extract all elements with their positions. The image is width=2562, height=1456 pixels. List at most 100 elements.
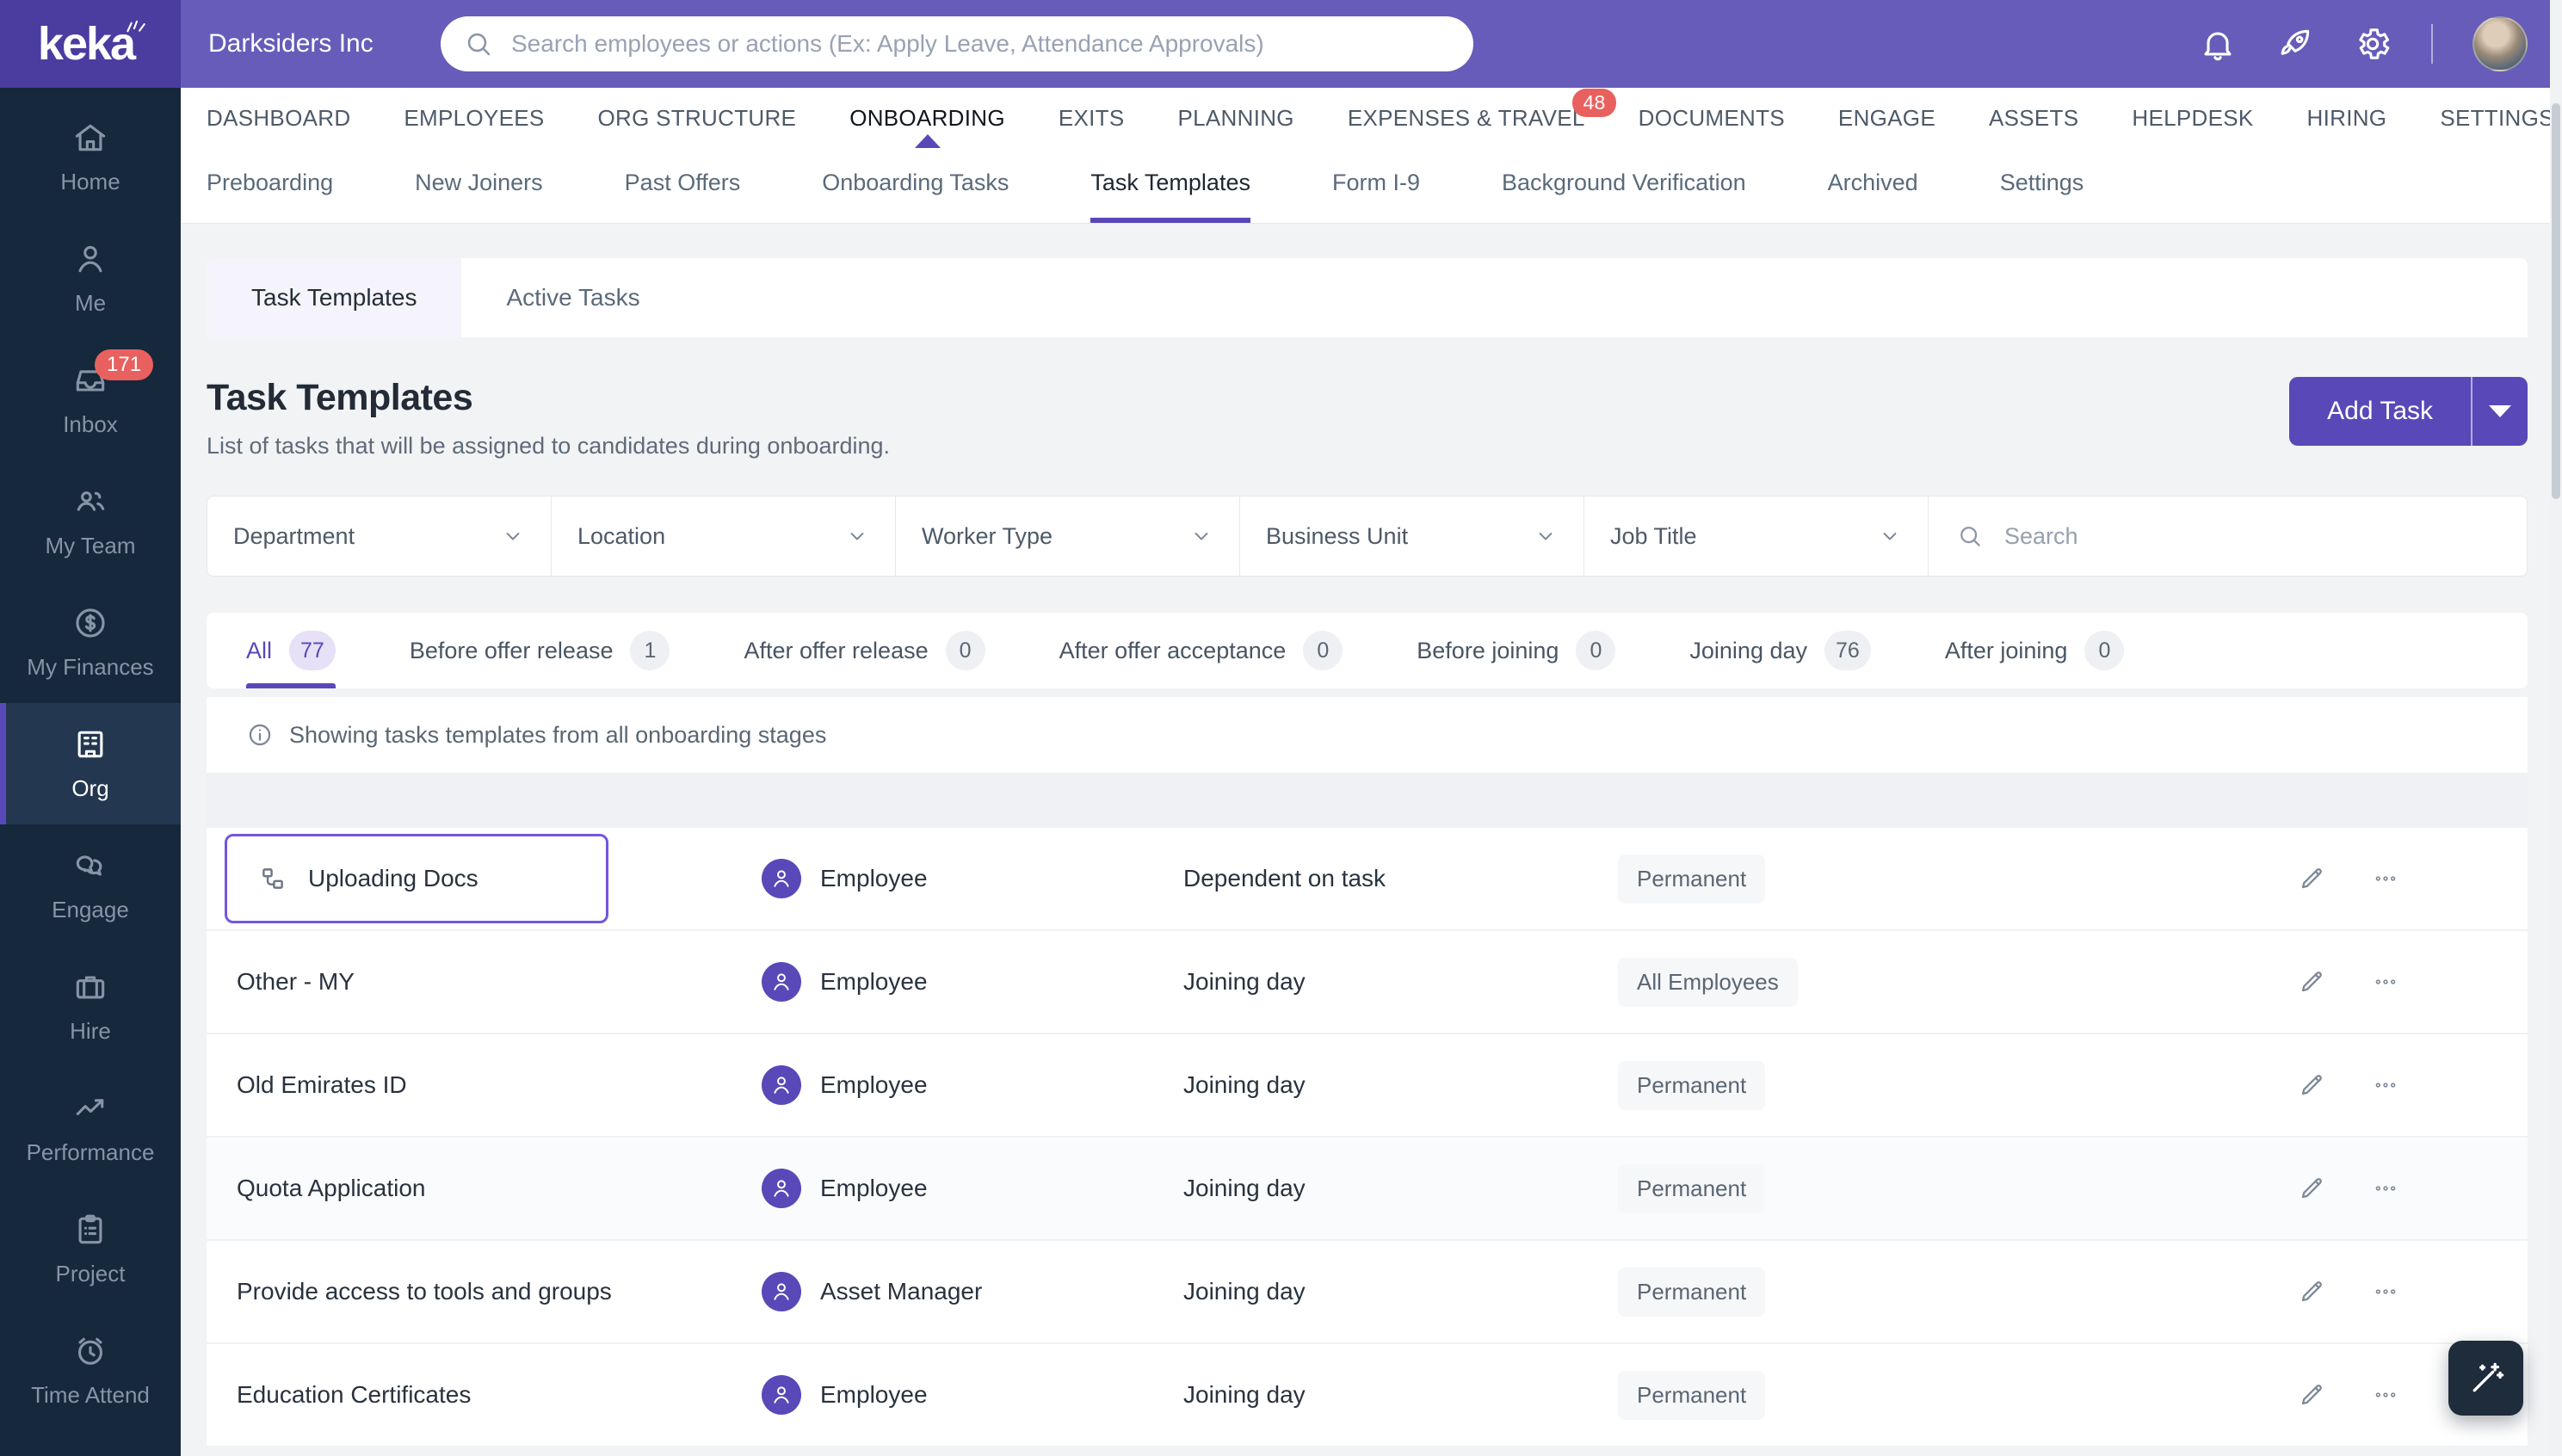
sub-nav-item[interactable]: Past Offers <box>625 148 741 223</box>
filter-dropdown[interactable]: Business Unit <box>1240 497 1584 576</box>
main-nav-item[interactable]: PLANNING <box>1178 88 1294 148</box>
table-row[interactable]: Other - MY Employee Joining day All Empl… <box>207 929 2528 1033</box>
main-nav-item[interactable]: EMPLOYEES <box>404 88 544 148</box>
sub-nav-item[interactable]: Archived <box>1828 148 1918 223</box>
view-tab[interactable]: Active Tasks <box>461 258 684 337</box>
sidebar-item-label: Hire <box>70 1018 111 1044</box>
user-avatar[interactable] <box>2472 16 2528 71</box>
edit-pencil-icon[interactable] <box>2298 1071 2325 1099</box>
table-row[interactable]: Uploading Docs Employee Dependent on tas… <box>207 826 2528 929</box>
settings-gear-icon[interactable] <box>2354 25 2392 63</box>
stage-tab[interactable]: After joining 0 <box>1945 613 2125 688</box>
edit-pencil-icon[interactable] <box>2298 968 2325 996</box>
content: Task Templates Active Tasks Task Templat… <box>207 258 2528 1446</box>
sidebar-item[interactable]: Home <box>0 96 181 218</box>
hire-icon <box>71 968 109 1006</box>
sidebar-item[interactable]: Project <box>0 1188 181 1310</box>
filter-dropdown[interactable]: Worker Type <box>896 497 1240 576</box>
main-nav-item[interactable]: HELPDESK <box>2132 88 2253 148</box>
table-row[interactable]: Old Emirates ID Employee Joining day Per… <box>207 1033 2528 1136</box>
more-actions-icon[interactable] <box>2372 1381 2399 1409</box>
edit-pencil-icon[interactable] <box>2298 1175 2325 1202</box>
scrollbar-thumb[interactable] <box>2552 103 2560 499</box>
edit-pencil-icon[interactable] <box>2298 1278 2325 1305</box>
applies-to-badge: Permanent <box>1618 1370 1766 1420</box>
main-nav-item[interactable]: ONBOARDING <box>849 88 1005 148</box>
stage-tab[interactable]: Before joining 0 <box>1417 613 1616 688</box>
sub-nav-item[interactable]: Preboarding <box>207 148 333 223</box>
view-tab-label: Task Templates <box>251 284 417 311</box>
owner-name: Employee <box>820 1381 928 1408</box>
edit-pencil-icon[interactable] <box>2298 865 2325 892</box>
rocket-icon[interactable] <box>2276 25 2314 63</box>
main-nav-item-label: EMPLOYEES <box>404 104 545 131</box>
sub-nav-item[interactable]: Settings <box>2000 148 2084 223</box>
sub-nav-item-label: Settings <box>1999 170 2084 195</box>
main-nav-item[interactable]: EXPENSES & TRAVEL 48 <box>1347 88 1616 148</box>
sub-nav-item[interactable]: Onboarding Tasks <box>822 148 1009 223</box>
stage-tab[interactable]: After offer release 0 <box>744 613 985 688</box>
main-nav-item[interactable]: DOCUMENTS <box>1639 88 1785 148</box>
main-nav-item[interactable]: HIRING <box>2307 88 2387 148</box>
more-actions-icon[interactable] <box>2372 865 2399 892</box>
magic-wand-fab[interactable] <box>2448 1341 2523 1416</box>
sidebar-item[interactable]: My Team <box>0 460 181 582</box>
task-name-cell: Old Emirates ID <box>237 1071 762 1099</box>
sub-nav-item[interactable]: New Joiners <box>415 148 543 223</box>
edit-pencil-icon[interactable] <box>2298 1381 2325 1409</box>
main-nav-item[interactable]: DASHBOARD <box>207 88 350 148</box>
view-tab[interactable]: Task Templates <box>207 258 462 337</box>
sub-nav-item[interactable]: Task Templates <box>1090 148 1250 223</box>
sidebar-item[interactable]: Hire <box>0 946 181 1067</box>
main-nav-item-label: ASSETS <box>1988 104 2079 131</box>
main-nav-item[interactable]: ASSETS <box>1989 88 2078 148</box>
main-nav-item-label: EXPENSES & TRAVEL <box>1347 104 1585 131</box>
stage-tab[interactable]: All 77 <box>246 613 336 688</box>
search-icon <box>1956 522 1984 550</box>
more-actions-icon[interactable] <box>2372 1278 2399 1305</box>
sidebar-item[interactable]: Engage <box>0 824 181 946</box>
sub-nav-item-label: Archived <box>1827 170 1918 195</box>
sidebar-item[interactable]: Payroll <box>0 1431 181 1456</box>
table-search[interactable] <box>1929 497 2527 576</box>
main-nav-item-label: DASHBOARD <box>207 104 351 131</box>
more-actions-icon[interactable] <box>2372 968 2399 996</box>
sidebar-item[interactable]: Performance <box>0 1067 181 1188</box>
sidebar-item[interactable]: Time Attend <box>0 1310 181 1431</box>
add-task-dropdown-button[interactable] <box>2472 377 2528 446</box>
person-icon <box>769 970 793 994</box>
filter-dropdown-label: Department <box>233 522 355 549</box>
main-nav-item[interactable]: ORG STRUCTURE <box>598 88 797 148</box>
project-icon <box>71 1211 109 1249</box>
main-nav-item[interactable]: ENGAGE <box>1838 88 1935 148</box>
table-row[interactable]: Quota Application Employee Joining day P… <box>207 1136 2528 1239</box>
team-icon <box>71 483 109 521</box>
app-logo[interactable]: keka <box>0 0 181 88</box>
filter-dropdown[interactable]: Location <box>552 497 896 576</box>
stage-tab[interactable]: Joining day 76 <box>1689 613 1871 688</box>
main-nav-item[interactable]: EXITS <box>1059 88 1125 148</box>
global-search-input[interactable] <box>509 29 1451 59</box>
sidebar-item[interactable]: My Finances <box>0 582 181 703</box>
global-search[interactable] <box>441 16 1473 71</box>
owner-avatar <box>762 962 801 1002</box>
more-actions-icon[interactable] <box>2372 1071 2399 1099</box>
table-row[interactable]: Education Certificates Employee Joining … <box>207 1342 2528 1446</box>
view-tabs: Task Templates Active Tasks <box>207 258 2528 337</box>
stage-tab[interactable]: Before offer release 1 <box>410 613 670 688</box>
filter-dropdown[interactable]: Job Title <box>1584 497 1929 576</box>
sidebar-item[interactable]: Org <box>0 703 181 824</box>
more-actions-icon[interactable] <box>2372 1175 2399 1202</box>
sidebar-item-label: Project <box>55 1261 126 1286</box>
add-task-button[interactable]: Add Task <box>2289 377 2472 446</box>
table-row[interactable]: Provide access to tools and groups Asset… <box>207 1239 2528 1342</box>
sidebar-item[interactable]: Inbox 171 <box>0 339 181 460</box>
sidebar-item[interactable]: Me <box>0 218 181 339</box>
filter-dropdown[interactable]: Department <box>207 497 552 576</box>
table-search-input[interactable] <box>2003 521 2499 551</box>
sub-nav-item[interactable]: Background Verification <box>1502 148 1746 223</box>
notifications-bell-icon[interactable] <box>2199 25 2237 63</box>
stage-tab[interactable]: After offer acceptance 0 <box>1059 613 1343 688</box>
sub-nav-item[interactable]: Form I-9 <box>1332 148 1420 223</box>
main-nav-item[interactable]: SETTINGS <box>2440 88 2553 148</box>
